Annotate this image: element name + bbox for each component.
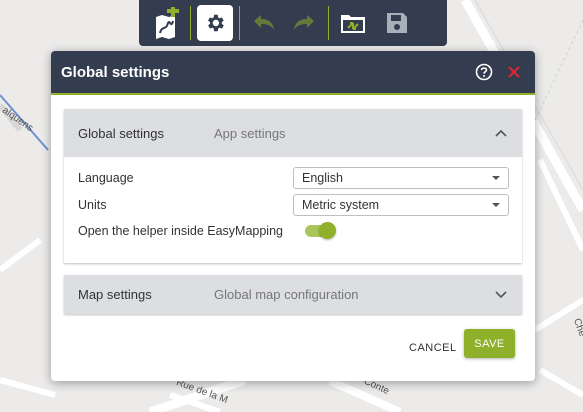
dialog-header: Global settings — [51, 51, 535, 95]
undo-button[interactable] — [246, 5, 282, 41]
open-folder-icon — [341, 15, 365, 33]
global-settings-panel: Global settings App settings Language En… — [64, 109, 522, 263]
toolbar-separator — [190, 6, 191, 40]
language-label: Language — [78, 171, 134, 185]
save-map-button[interactable] — [379, 5, 415, 41]
new-map-icon — [156, 7, 179, 39]
toggle-knob — [319, 222, 336, 239]
chevron-down-icon — [494, 288, 508, 302]
units-value: Metric system — [302, 198, 380, 212]
units-select[interactable]: Metric system — [293, 194, 509, 216]
open-map-button[interactable] — [335, 5, 371, 41]
helper-toggle[interactable] — [305, 222, 336, 239]
dialog-title: Global settings — [61, 63, 170, 81]
helper-row: Open the helper inside EasyMapping — [78, 222, 509, 239]
panel-subtitle: Global map configuration — [214, 287, 359, 302]
new-map-button[interactable] — [148, 5, 184, 41]
language-select[interactable]: English — [293, 167, 509, 189]
gear-icon — [208, 14, 224, 32]
global-settings-panel-header[interactable]: Global settings App settings — [64, 109, 522, 157]
caret-down-icon — [492, 176, 500, 180]
close-icon[interactable] — [505, 63, 523, 81]
settings-button[interactable] — [197, 5, 233, 41]
chevron-up-icon — [494, 126, 508, 140]
units-row: Units Metric system — [78, 194, 509, 216]
caret-down-icon — [492, 203, 500, 207]
units-label: Units — [78, 198, 107, 212]
save-button[interactable]: SAVE — [464, 329, 515, 358]
panel-subtitle: App settings — [214, 125, 286, 141]
cancel-button[interactable]: CANCEL — [399, 333, 467, 363]
toolbar-separator — [328, 6, 329, 40]
undo-icon — [254, 15, 274, 30]
language-row: Language English — [78, 167, 509, 189]
redo-icon — [294, 15, 314, 30]
language-value: English — [302, 171, 343, 185]
main-toolbar — [139, 0, 447, 46]
helper-label: Open the helper inside EasyMapping — [78, 224, 283, 238]
map-settings-panel-header[interactable]: Map settings Global map configuration — [64, 275, 522, 314]
panel-title: Global settings — [78, 125, 164, 141]
help-icon[interactable] — [475, 63, 493, 81]
map-settings-panel: Map settings Global map configuration — [64, 275, 522, 314]
global-settings-dialog: Global settings Global settings App sett… — [51, 51, 535, 381]
save-disk-icon — [387, 13, 407, 33]
toolbar-separator — [239, 6, 240, 40]
redo-button[interactable] — [286, 5, 322, 41]
panel-title: Map settings — [78, 287, 152, 302]
